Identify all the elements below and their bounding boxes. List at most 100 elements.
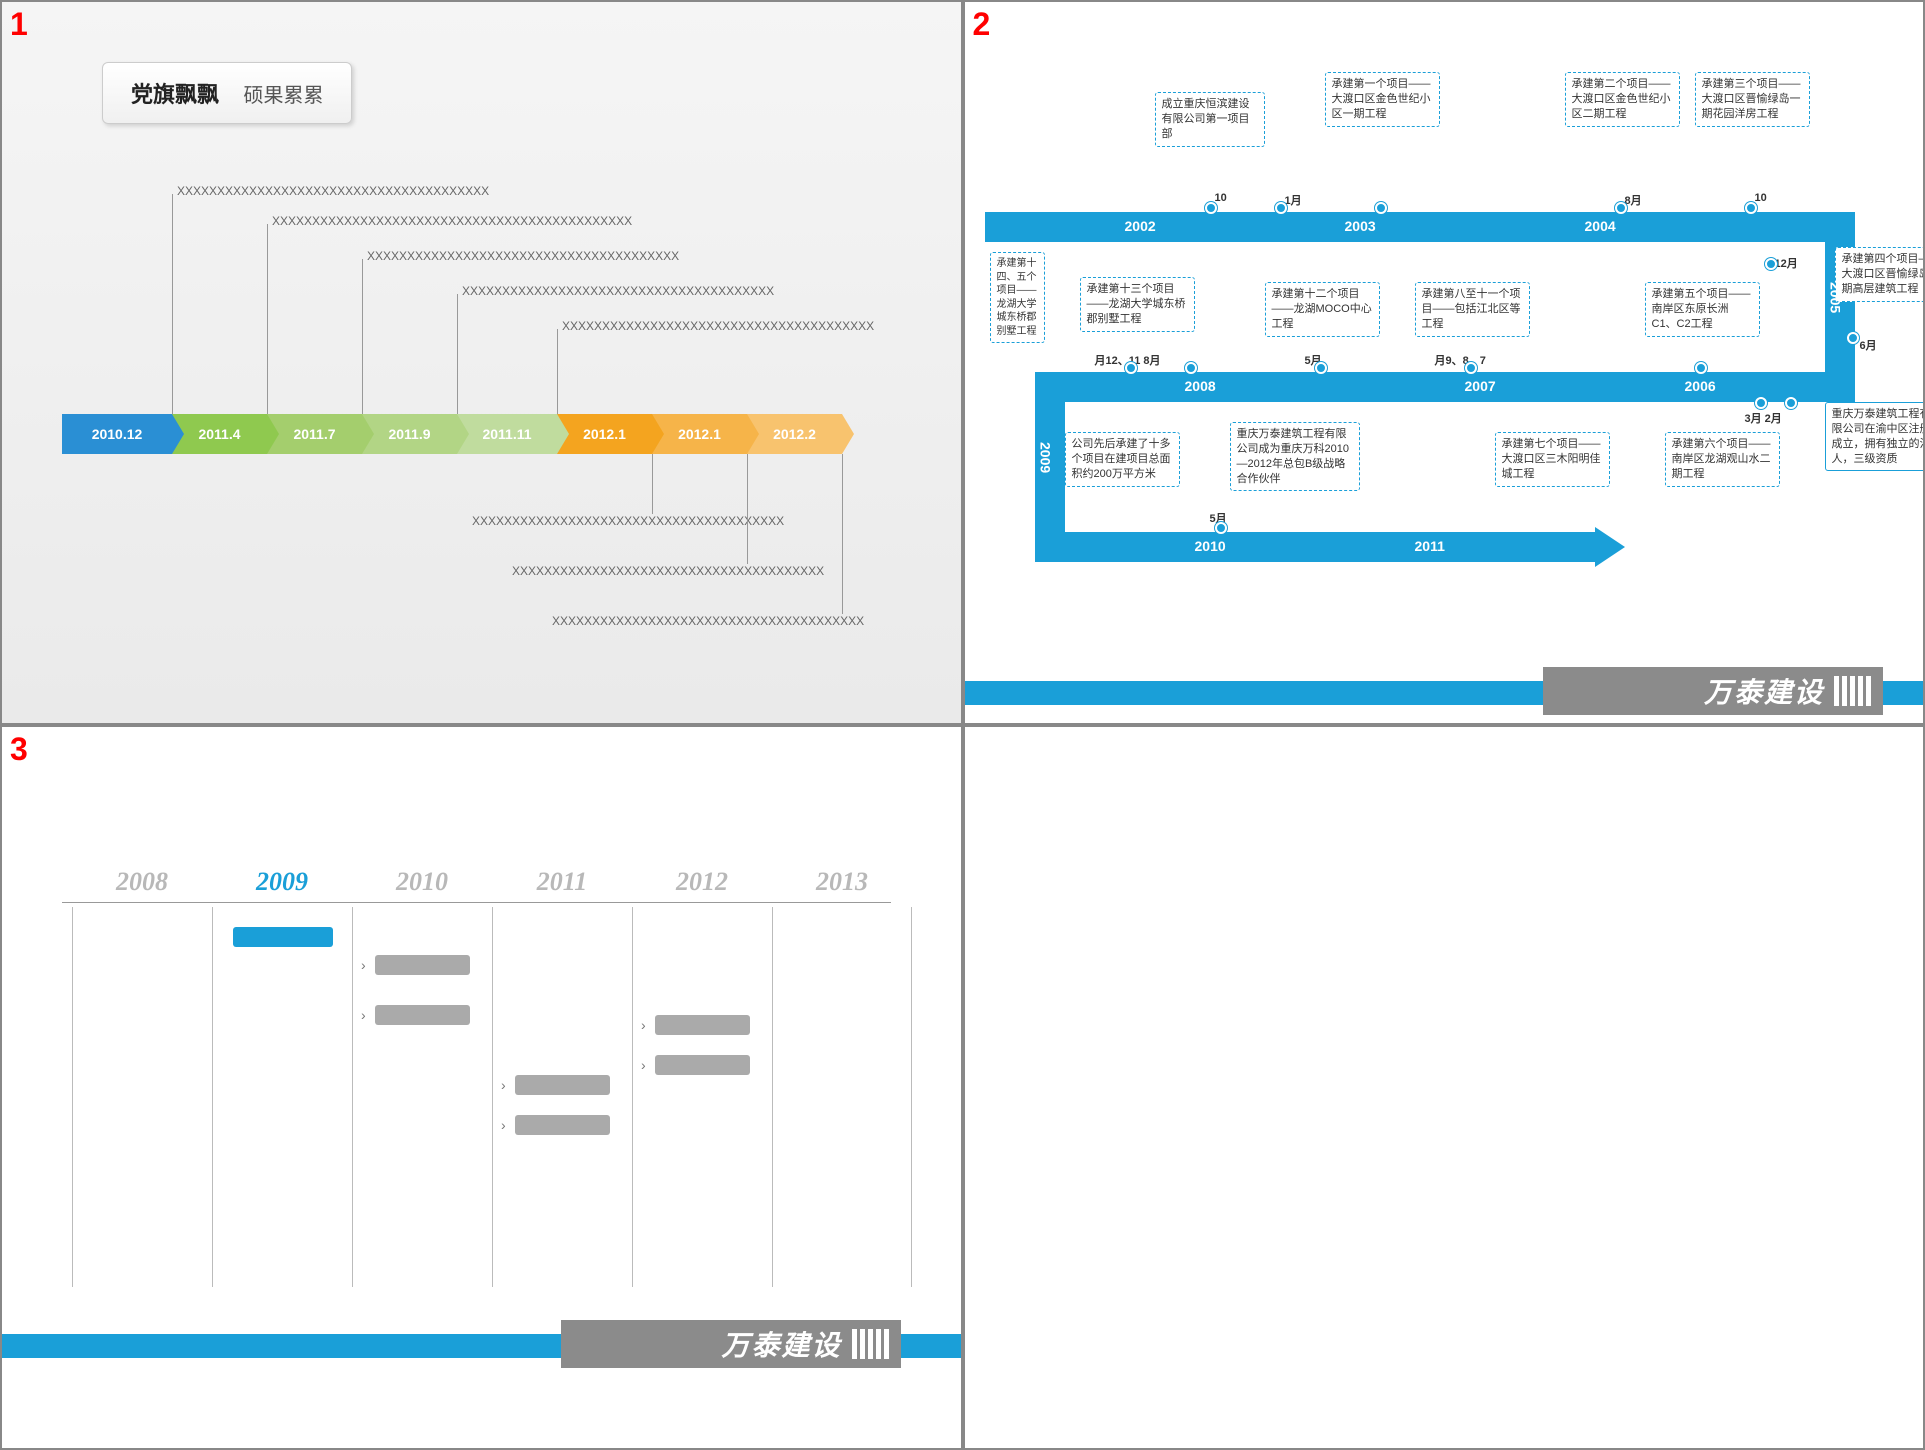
pill-item bbox=[375, 1005, 470, 1025]
timeline-dot bbox=[1125, 362, 1137, 374]
year-2009: 2009 bbox=[1038, 442, 1054, 473]
annot-above-1: XXXXXXXXXXXXXXXXXXXXXXXXXXXXXXXXXXXXXXXX… bbox=[272, 214, 632, 228]
year-2007: 2007 bbox=[1465, 378, 1496, 394]
panel1-arrow-track: 2010.12 2011.4 2011.7 2011.9 2011.11 201… bbox=[62, 414, 842, 454]
brand-text: 万泰建设 bbox=[721, 1324, 841, 1364]
chevron-right-icon: › bbox=[361, 957, 366, 973]
year-2006: 2006 bbox=[1685, 378, 1716, 394]
event-box: 承建第十三个项目——龙湖大学城东桥郡别墅工程 bbox=[1080, 277, 1195, 332]
annot-above-3: XXXXXXXXXXXXXXXXXXXXXXXXXXXXXXXXXXXXXXX bbox=[462, 284, 774, 298]
pill-item bbox=[375, 955, 470, 975]
event-box: 公司先后承建了十多个项目在建项目总面积约200万平方米 bbox=[1065, 432, 1180, 487]
timeline-dot bbox=[1375, 202, 1387, 214]
seg-7: 2012.2 bbox=[747, 414, 842, 454]
month-label: 8月 bbox=[1625, 192, 1642, 208]
year-2004: 2004 bbox=[1585, 218, 1616, 234]
month-label: 1月 bbox=[1285, 192, 1302, 208]
annot-above-0: XXXXXXXXXXXXXXXXXXXXXXXXXXXXXXXXXXXXXXX bbox=[177, 184, 489, 198]
event-box: 重庆万泰建筑工程有限公司成为重庆万科2010—2012年总包B级战略合作伙伴 bbox=[1230, 422, 1360, 491]
col-2012: › › bbox=[632, 907, 772, 1287]
seg-3: 2011.9 bbox=[362, 414, 457, 454]
leader-line bbox=[457, 294, 458, 414]
seg-1: 2011.4 bbox=[172, 414, 267, 454]
event-box: 承建第五个项目——南岸区东原长洲C1、C2工程 bbox=[1645, 282, 1760, 337]
month-label: 3月 2月 bbox=[1745, 410, 1782, 426]
panel-number-2: 2 bbox=[973, 6, 991, 43]
timeline-dot bbox=[1847, 332, 1859, 344]
timeline-dot bbox=[1215, 522, 1227, 534]
col-2010: › › bbox=[352, 907, 492, 1287]
event-box: 承建第十四、五个项目——龙湖大学城东桥郡别墅工程 bbox=[990, 252, 1045, 343]
year-2013: 2013 bbox=[772, 867, 912, 897]
timeline-dot bbox=[1315, 362, 1327, 374]
event-box: 承建第七个项目——大渡口区三木阳明佳城工程 bbox=[1495, 432, 1610, 487]
seg-5: 2012.1 bbox=[557, 414, 652, 454]
col-2009 bbox=[212, 907, 352, 1287]
panel-2: 2 2002 2003 2004 2005 2006 2007 2008 200… bbox=[963, 0, 1925, 725]
timeline-dot bbox=[1745, 202, 1757, 214]
pill-item bbox=[655, 1015, 750, 1035]
year-2010: 2010 bbox=[1195, 538, 1226, 554]
panel-1: 1 党旗飘飘 硕果累累 2010.12 2011.4 2011.7 2011.9… bbox=[0, 0, 963, 725]
seg-4: 2011.11 bbox=[457, 414, 557, 454]
panel3-brand-box: 万泰建设 bbox=[561, 1320, 901, 1368]
snake-row-1 bbox=[985, 212, 1855, 242]
col-2013 bbox=[772, 907, 912, 1287]
month-label: 6月 bbox=[1860, 337, 1877, 353]
col-2011: › › bbox=[492, 907, 632, 1287]
snake-row-3 bbox=[1035, 532, 1595, 562]
seg-0: 2010.12 bbox=[62, 414, 172, 454]
brand-text: 万泰建设 bbox=[1704, 671, 1824, 711]
year-2010: 2010 bbox=[352, 867, 492, 897]
seg-6: 2012.1 bbox=[652, 414, 747, 454]
event-box: 承建第四个项目——大渡口区晋愉绿岛二期高层建筑工程 bbox=[1835, 247, 1925, 302]
timeline-dot bbox=[1695, 362, 1707, 374]
panel1-title-bold: 党旗飘飘 bbox=[131, 82, 219, 107]
event-box: 承建第十二个项目——龙湖MOCO中心工程 bbox=[1265, 282, 1380, 337]
event-box: 重庆万泰建筑工程有限公司在渝中区注册成立，拥有独立的法人，三级资质 bbox=[1825, 402, 1925, 471]
leader-line bbox=[172, 194, 173, 414]
leader-line bbox=[842, 454, 843, 614]
p3-top-rule bbox=[62, 902, 891, 903]
panel-number-3: 3 bbox=[10, 731, 28, 768]
year-2008: 2008 bbox=[1185, 378, 1216, 394]
panel-4-empty bbox=[963, 725, 1925, 1450]
snake-row-2 bbox=[1035, 372, 1855, 402]
month-label: 10 bbox=[1215, 192, 1227, 204]
annot-above-4: XXXXXXXXXXXXXXXXXXXXXXXXXXXXXXXXXXXXXXX bbox=[562, 319, 874, 333]
chevron-right-icon: › bbox=[361, 1007, 366, 1023]
leader-line bbox=[747, 454, 748, 564]
timeline-dot bbox=[1785, 397, 1797, 409]
year-2002: 2002 bbox=[1125, 218, 1156, 234]
panel2-snake-timeline: 2002 2003 2004 2005 2006 2007 2008 2009 … bbox=[965, 2, 1924, 723]
event-box: 承建第二个项目——大渡口区金色世纪小区二期工程 bbox=[1565, 72, 1680, 127]
event-box: 成立重庆恒滨建设有限公司第一项目部 bbox=[1155, 92, 1265, 147]
year-2009-active: 2009 bbox=[212, 867, 352, 897]
seg-2: 2011.7 bbox=[267, 414, 362, 454]
event-box: 承建第一个项目——大渡口区金色世纪小区一期工程 bbox=[1325, 72, 1440, 127]
panel2-brand-box: 万泰建设 bbox=[1543, 667, 1883, 715]
p3-columns: › › › › › › bbox=[72, 907, 912, 1287]
annot-below-1: XXXXXXXXXXXXXXXXXXXXXXXXXXXXXXXXXXXXXXX bbox=[512, 564, 824, 578]
chevron-right-icon: › bbox=[641, 1017, 646, 1033]
panel1-timeline: 2010.12 2011.4 2011.7 2011.9 2011.11 201… bbox=[32, 184, 931, 664]
event-box: 承建第八至十一个项目——包括江北区等工程 bbox=[1415, 282, 1530, 337]
col-2008 bbox=[72, 907, 212, 1287]
month-label: 月9、8、7 bbox=[1435, 352, 1486, 368]
panel1-title-box: 党旗飘飘 硕果累累 bbox=[102, 62, 352, 124]
annot-above-2: XXXXXXXXXXXXXXXXXXXXXXXXXXXXXXXXXXXXXXX bbox=[367, 249, 679, 263]
brand-bars-icon bbox=[1834, 676, 1871, 706]
year-2011: 2011 bbox=[492, 867, 632, 897]
leader-line bbox=[557, 329, 558, 414]
pill-item bbox=[515, 1115, 610, 1135]
year-2005: 2005 bbox=[1828, 282, 1844, 313]
brand-bars-icon bbox=[852, 1329, 889, 1359]
annot-below-0: XXXXXXXXXXXXXXXXXXXXXXXXXXXXXXXXXXXXXXX bbox=[472, 514, 784, 528]
annot-below-2: XXXXXXXXXXXXXXXXXXXXXXXXXXXXXXXXXXXXXXX bbox=[552, 614, 864, 628]
panel-number-1: 1 bbox=[10, 6, 28, 43]
timeline-dot bbox=[1275, 202, 1287, 214]
panel-3: 3 2008 2009 2010 2011 2012 2013 › › bbox=[0, 725, 963, 1450]
panel3-vertical-timeline: 2008 2009 2010 2011 2012 2013 › › bbox=[2, 727, 961, 1448]
month-label: 12月 bbox=[1775, 255, 1798, 271]
year-2003: 2003 bbox=[1345, 218, 1376, 234]
